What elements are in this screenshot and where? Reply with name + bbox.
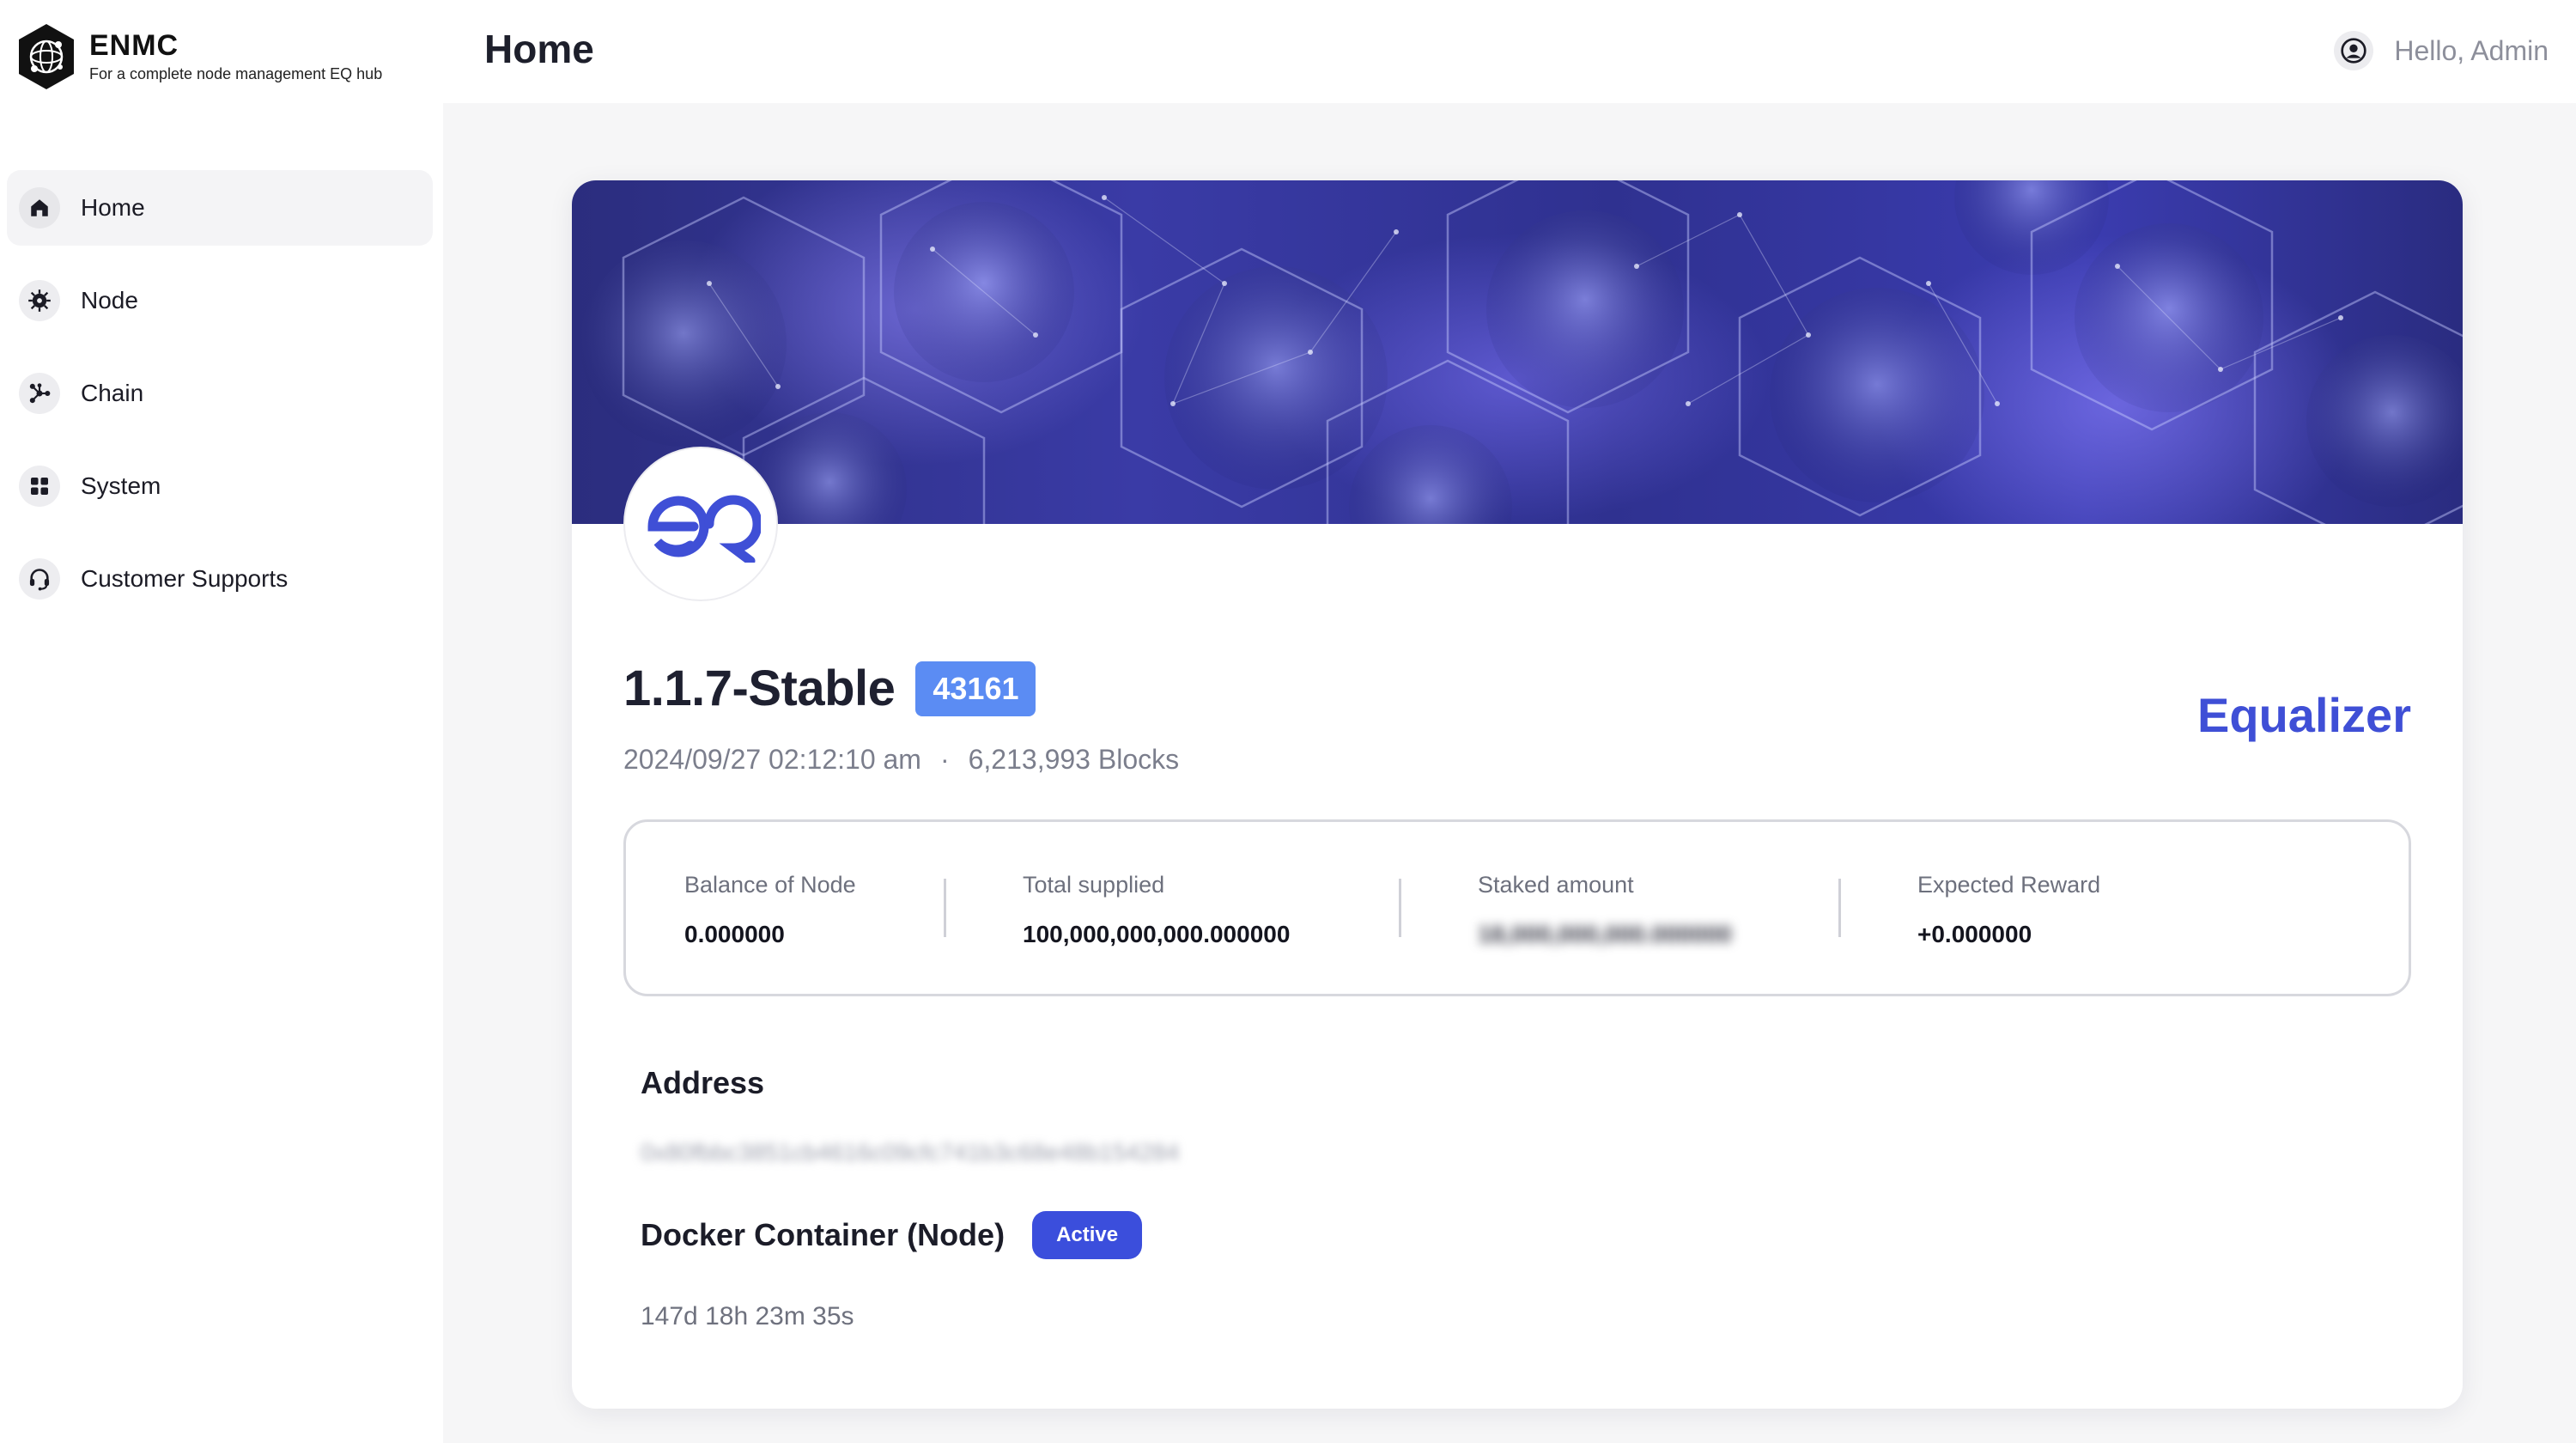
user-menu[interactable]: Hello, Admin bbox=[2334, 31, 2549, 70]
sidebar-item-home[interactable]: Home bbox=[7, 170, 433, 246]
node-icon bbox=[19, 280, 60, 321]
user-greeting: Hello, Admin bbox=[2394, 34, 2549, 66]
stat-divider bbox=[1399, 879, 1401, 937]
home-icon bbox=[19, 187, 60, 228]
meta-separator: · bbox=[939, 744, 950, 775]
stat-divider bbox=[1838, 879, 1841, 937]
stat-value: 0.000000 bbox=[684, 921, 785, 947]
status-badge: Active bbox=[1032, 1211, 1143, 1259]
stat-divider bbox=[944, 879, 946, 937]
eq-logo-icon bbox=[647, 495, 761, 563]
user-avatar-icon bbox=[2334, 31, 2374, 70]
sync-timestamp: 2024/09/27 02:12:10 am bbox=[623, 744, 921, 775]
node-meta: 2024/09/27 02:12:10 am · 6,213,993 Block… bbox=[623, 744, 1179, 776]
docker-title: Docker Container (Node) bbox=[641, 1217, 1005, 1252]
stat-staked-amount: Staked amount 18,000,000,000.000000 bbox=[1478, 872, 1732, 948]
sidebar-nav: Home Node Chain System Customer Supports bbox=[7, 170, 433, 634]
chain-logo bbox=[623, 447, 778, 601]
stat-value: 100,000,000,000.000000 bbox=[1023, 921, 1291, 947]
node-version: 1.1.7-Stable 43161 bbox=[623, 660, 1036, 717]
stat-total-supplied: Total supplied 100,000,000,000.000000 bbox=[1023, 872, 1290, 948]
node-overview-card: 1.1.7-Stable 43161 2024/09/27 02:12:10 a… bbox=[572, 180, 2463, 1409]
stat-value: 18,000,000,000.000000 bbox=[1478, 921, 1732, 947]
sidebar-item-system[interactable]: System bbox=[7, 448, 433, 524]
page-title: Home bbox=[484, 27, 594, 71]
stats-panel: Balance of Node 0.000000 Total supplied … bbox=[623, 819, 2411, 996]
version-badge: 43161 bbox=[915, 661, 1036, 716]
node-address[interactable]: 0x80fbbc3851cb4616c09cfc741b3c68e48b1542… bbox=[641, 1139, 1179, 1166]
stat-balance-of-node: Balance of Node 0.000000 bbox=[684, 872, 856, 948]
block-count: 6,213,993 Blocks bbox=[968, 744, 1180, 775]
sidebar-item-chain[interactable]: Chain bbox=[7, 356, 433, 431]
grid-icon bbox=[19, 466, 60, 507]
stat-label: Balance of Node bbox=[684, 872, 856, 898]
address-title: Address bbox=[641, 1065, 765, 1100]
headset-icon bbox=[19, 558, 60, 600]
sidebar-item-label: System bbox=[81, 472, 161, 499]
sidebar-item-label: Node bbox=[81, 287, 138, 314]
docker-uptime: 147d 18h 23m 35s bbox=[641, 1302, 854, 1330]
sidebar-item-label: Customer Supports bbox=[81, 565, 289, 592]
stat-expected-reward: Expected Reward +0.000000 bbox=[1917, 872, 2100, 948]
stat-value: +0.000000 bbox=[1917, 921, 2032, 947]
sidebar-item-node[interactable]: Node bbox=[7, 263, 433, 338]
brand-name: ENMC bbox=[89, 28, 179, 62]
sidebar: ENMC For a complete node management EQ h… bbox=[0, 0, 443, 1443]
sidebar-item-customer-supports[interactable]: Customer Supports bbox=[7, 541, 433, 617]
stat-label: Total supplied bbox=[1023, 872, 1165, 898]
stat-label: Expected Reward bbox=[1917, 872, 2101, 898]
chain-icon bbox=[19, 373, 60, 414]
sidebar-item-label: Chain bbox=[81, 380, 144, 406]
network-pattern-graphic bbox=[580, 180, 2463, 524]
stat-label: Staked amount bbox=[1478, 872, 1634, 898]
version-text: 1.1.7-Stable bbox=[623, 661, 896, 716]
chain-name: Equalizer bbox=[2197, 688, 2411, 742]
enmc-logo-icon bbox=[19, 24, 74, 89]
brand[interactable]: ENMC For a complete node management EQ h… bbox=[15, 22, 382, 91]
banner-image bbox=[572, 180, 2463, 524]
docker-status-row: Docker Container (Node) Active bbox=[641, 1211, 1143, 1259]
brand-tagline: For a complete node management EQ hub bbox=[89, 65, 383, 83]
sidebar-item-label: Home bbox=[81, 194, 145, 221]
topbar: Home Hello, Admin bbox=[443, 0, 2576, 103]
